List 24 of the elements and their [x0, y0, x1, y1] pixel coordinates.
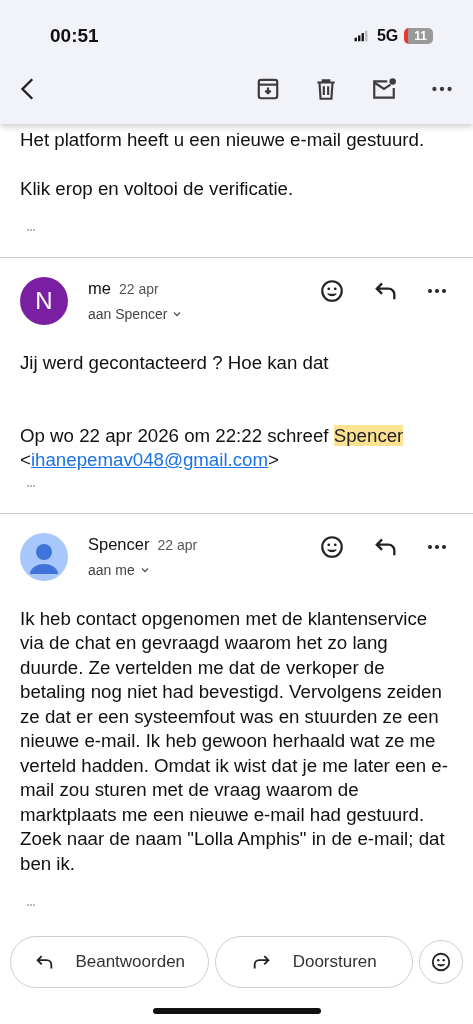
email-link[interactable]: ihanepemav048@gmail.com	[30, 449, 269, 470]
quote-attribution: Op wo 22 apr 2026 om 22:22 schreef Spencer <ihanepemav048@gmail.com>	[20, 423, 405, 472]
emoji-icon	[430, 951, 452, 973]
status-time: 00:51	[50, 25, 99, 47]
sender-name: Spencer	[88, 534, 150, 554]
recipient-toggle[interactable]: aan me	[88, 561, 151, 578]
recipient-toggle[interactable]: aan Spencer	[88, 306, 184, 322]
mail-dot-icon[interactable]	[371, 76, 397, 102]
message-date: 22 apr	[118, 281, 159, 297]
emoji-icon[interactable]	[319, 278, 345, 304]
message-text: Het platform heeft u een nieuwe e-mail gestuurd.	[20, 128, 426, 152]
message-date: 22 apr	[157, 536, 198, 553]
message-text: Jij werd gecontacteerd ? Hoe kan dat	[20, 351, 330, 375]
avatar: N	[20, 277, 68, 325]
battery-level: 11	[404, 28, 433, 44]
message-text: Klik erop en voltooi de verificatie.	[20, 176, 295, 201]
network-label: 5G	[376, 27, 399, 45]
reply-button[interactable]: Beantwoorden	[10, 936, 209, 988]
archive-icon[interactable]	[255, 76, 281, 102]
forward-button[interactable]: Doorsturen	[214, 936, 413, 988]
message-text: Ik heb contact opgenomen met de klantenservice via de chat en gevraagd waarom het zo lang duurde. Ze vertelden me dat de verkoper de betaling nog niet had bevestigd. Vervolgens zeiden ze dat er een systeemfout was en stuurden ze een nieuwe e-mail. Ik heb gewoon herhaald wat ze me verteld hadden. Omdat ik wist dat je me later een e-mail zou sturen met de vraag waarom de marktplaats me een nieuwe e-mail had gestuurd. Zoek naar de naam "Lolla Amphis" in de e-mail; dat ben ik.	[20, 606, 449, 876]
emoji-reaction-button[interactable]	[419, 940, 463, 984]
sender-name: me	[88, 279, 111, 298]
emoji-icon[interactable]	[319, 533, 345, 560]
